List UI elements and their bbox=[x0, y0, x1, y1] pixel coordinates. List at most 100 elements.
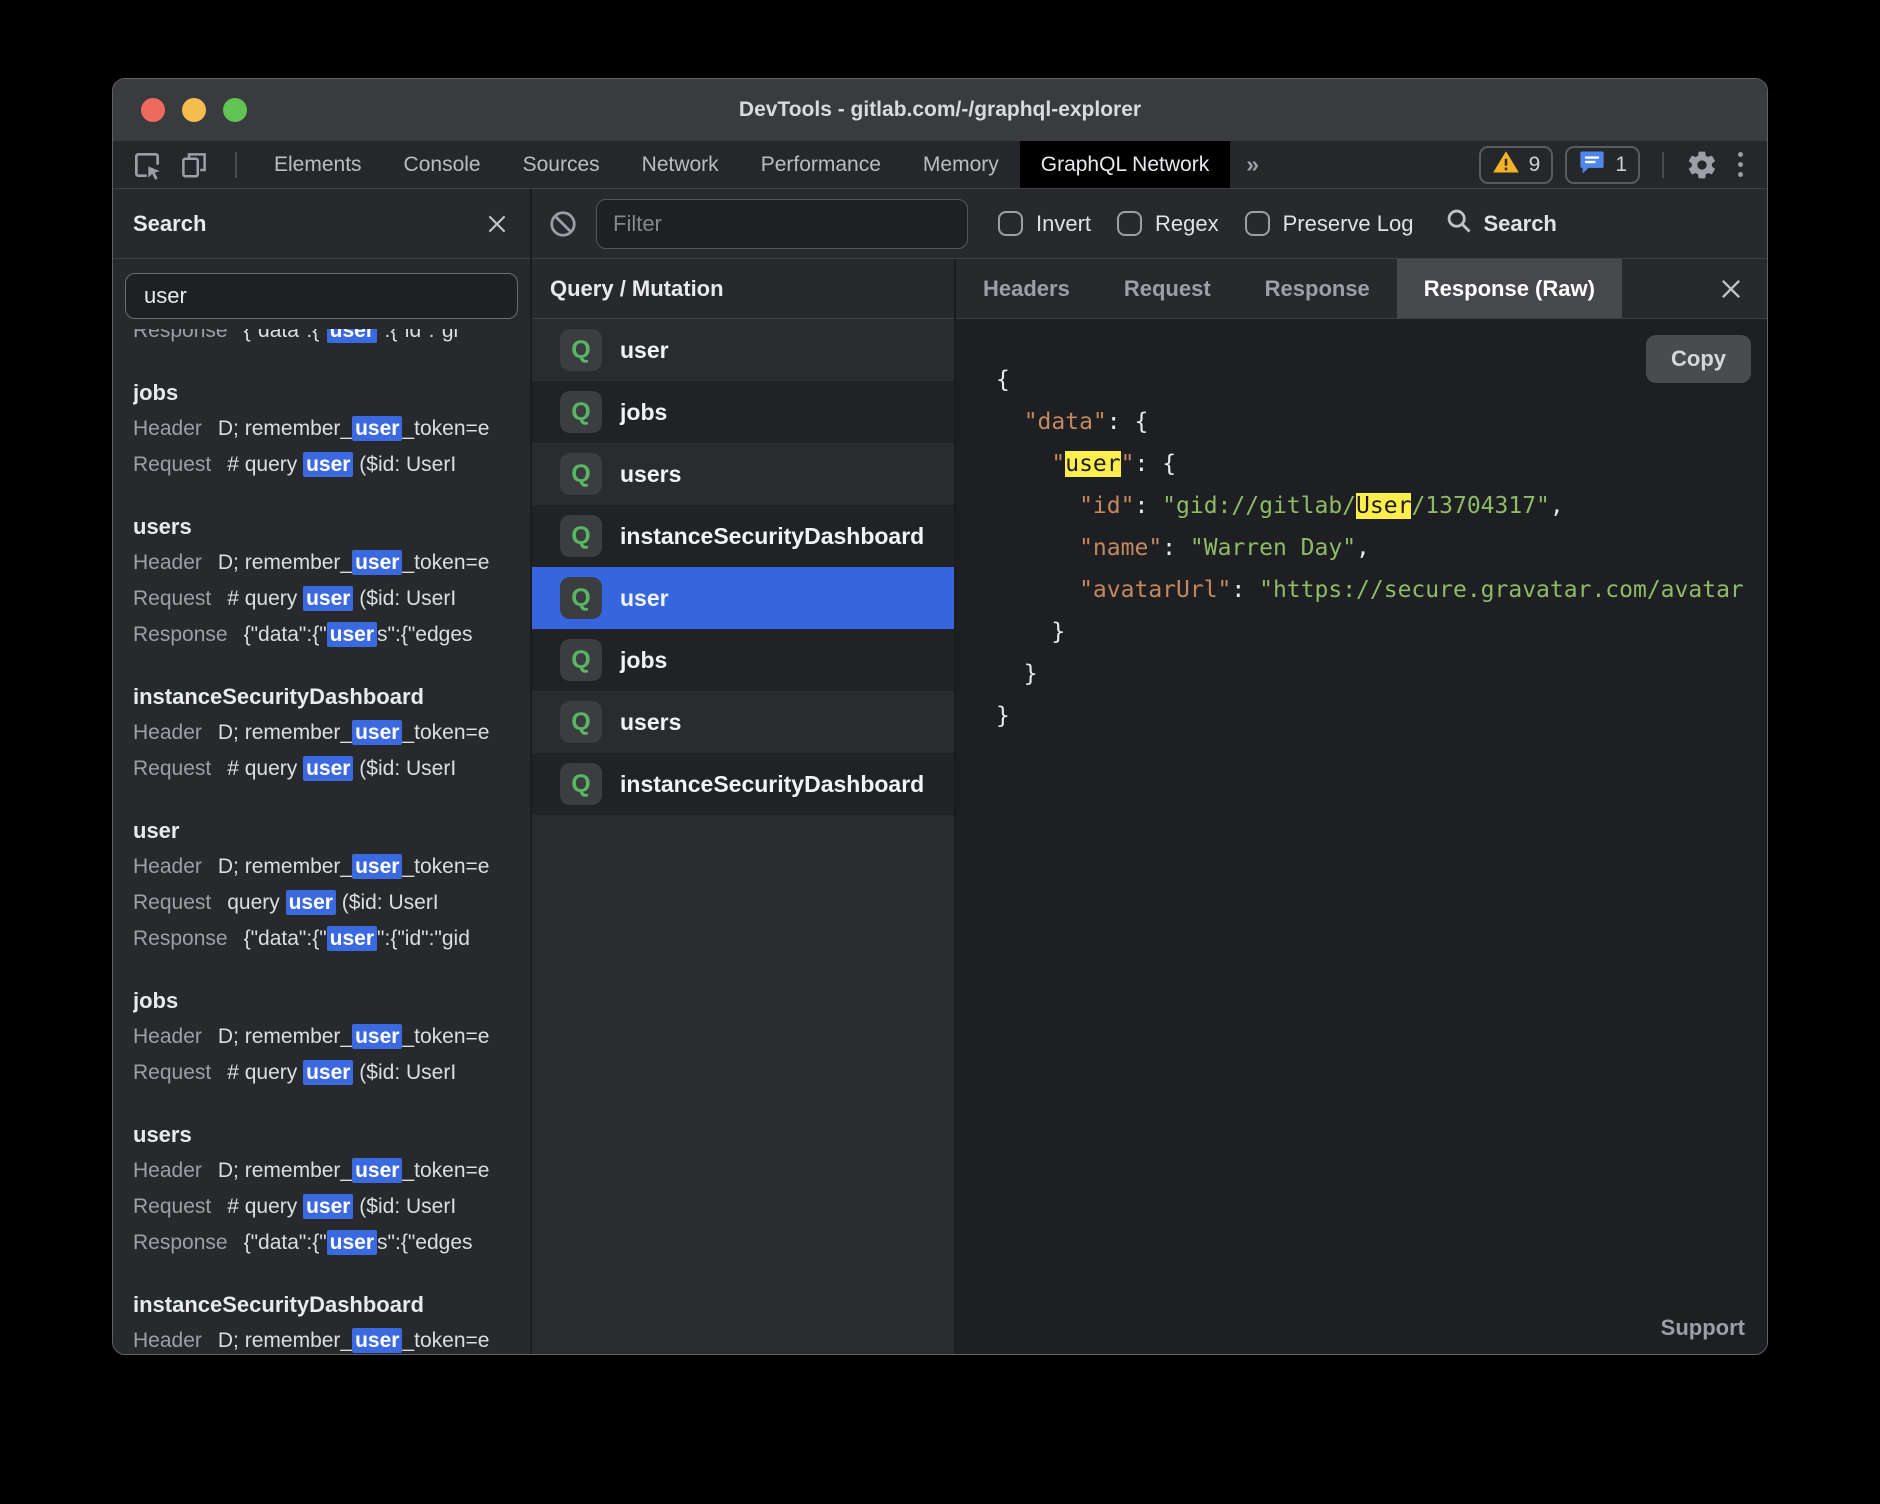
inspect-element-icon[interactable] bbox=[131, 149, 163, 181]
title-bar: DevTools - gitlab.com/-/graphql-explorer bbox=[113, 79, 1767, 141]
gear-icon[interactable] bbox=[1686, 149, 1718, 181]
search-result-row-label: Request bbox=[133, 757, 211, 780]
tab-network[interactable]: Network bbox=[621, 141, 740, 188]
search-result-row-content: D; remember_user_token=e bbox=[218, 1024, 490, 1049]
search-result-row[interactable]: Request# query user ($id: UserI bbox=[133, 751, 518, 787]
search-result-row[interactable]: HeaderD; remember_user_token=e bbox=[133, 1323, 518, 1355]
minimize-window-button[interactable] bbox=[182, 98, 206, 122]
tab-memory[interactable]: Memory bbox=[902, 141, 1020, 188]
match-highlight: user bbox=[303, 756, 353, 781]
checkbox-label: Regex bbox=[1155, 211, 1219, 237]
search-result-row[interactable]: Response{"data":{"user":{"id":"gi bbox=[133, 329, 518, 349]
tab-performance[interactable]: Performance bbox=[740, 141, 902, 188]
detail-tab-request[interactable]: Request bbox=[1097, 259, 1238, 318]
search-result-row[interactable]: Response{"data":{"user":{"id":"gid bbox=[133, 921, 518, 957]
detail-tab-headers[interactable]: Headers bbox=[956, 259, 1097, 318]
warnings-badge[interactable]: 9 bbox=[1479, 146, 1554, 184]
search-result-row[interactable]: Request# query user ($id: UserI bbox=[133, 1055, 518, 1091]
network-lower: Query / Mutation Q user Q jobs Q users Q… bbox=[532, 259, 1767, 1355]
json-token: } bbox=[1024, 661, 1038, 687]
query-list-item-users[interactable]: Q users bbox=[532, 443, 954, 505]
detail-tab-strip: HeadersRequestResponseResponse (Raw) bbox=[956, 259, 1767, 319]
checkbox[interactable] bbox=[998, 211, 1023, 236]
search-result-row-content: D; remember_user_token=e bbox=[218, 550, 490, 575]
support-link[interactable]: Support bbox=[1661, 1315, 1745, 1341]
tab-console[interactable]: Console bbox=[383, 141, 502, 188]
search-result-row[interactable]: Response{"data":{"users":{"edges bbox=[133, 1225, 518, 1261]
tab-elements[interactable]: Elements bbox=[253, 141, 383, 188]
filter-bar: Invert Regex Preserve Log Search bbox=[532, 189, 1767, 259]
checkbox[interactable] bbox=[1245, 211, 1270, 236]
detail-tab-response-raw[interactable]: Response (Raw) bbox=[1397, 259, 1622, 318]
match-highlight: user bbox=[352, 550, 402, 575]
search-result-group: instanceSecurityDashboard HeaderD; remem… bbox=[133, 1287, 518, 1355]
message-icon bbox=[1578, 148, 1606, 181]
json-line: } bbox=[996, 695, 1767, 737]
detail-panel-close-icon[interactable] bbox=[1695, 259, 1767, 318]
search-result-row[interactable]: Request# query user ($id: UserI bbox=[133, 447, 518, 483]
filter-checkbox-preserve-log[interactable]: Preserve Log bbox=[1245, 211, 1414, 237]
network-panel: Invert Regex Preserve Log Search Query bbox=[532, 189, 1767, 1355]
search-result-row[interactable]: HeaderD; remember_user_token=e bbox=[133, 849, 518, 885]
query-list-item-label: users bbox=[620, 461, 681, 488]
query-type-badge: Q bbox=[560, 453, 602, 495]
query-list-item-instancesecuritydashboard[interactable]: Q instanceSecurityDashboard bbox=[532, 753, 954, 815]
search-result-group-title[interactable]: jobs bbox=[133, 983, 518, 1019]
kebab-menu-icon[interactable] bbox=[1730, 152, 1751, 177]
search-result-row[interactable]: Request# query user ($id: UserI bbox=[133, 581, 518, 617]
search-result-group-title[interactable]: user bbox=[133, 813, 518, 849]
more-tabs-button[interactable]: » bbox=[1230, 141, 1275, 188]
json-token: { bbox=[1134, 409, 1148, 435]
query-list-item-jobs[interactable]: Q jobs bbox=[532, 629, 954, 691]
filter-input[interactable] bbox=[596, 199, 968, 249]
query-list-item-label: jobs bbox=[620, 647, 667, 674]
search-result-row[interactable]: HeaderD; remember_user_token=e bbox=[133, 1153, 518, 1189]
search-result-group-title[interactable]: users bbox=[133, 509, 518, 545]
query-type-badge: Q bbox=[560, 391, 602, 433]
tab-graphql-network[interactable]: GraphQL Network bbox=[1020, 141, 1230, 188]
search-result-row[interactable]: Request# query user ($id: UserI bbox=[133, 1189, 518, 1225]
checkbox[interactable] bbox=[1117, 211, 1142, 236]
search-panel-close-icon[interactable] bbox=[484, 211, 510, 237]
search-result-group-title[interactable]: jobs bbox=[133, 375, 518, 411]
json-token: : bbox=[1231, 577, 1259, 603]
block-icon[interactable] bbox=[548, 209, 578, 239]
close-window-button[interactable] bbox=[141, 98, 165, 122]
search-panel-title: Search bbox=[133, 211, 206, 237]
query-list-item-user[interactable]: Q user bbox=[532, 319, 954, 381]
search-result-group-title[interactable]: users bbox=[133, 1117, 518, 1153]
search-input[interactable] bbox=[125, 273, 518, 319]
query-list-item-jobs[interactable]: Q jobs bbox=[532, 381, 954, 443]
search-result-group: user HeaderD; remember_user_token=e Requ… bbox=[133, 813, 518, 957]
search-results: Response{"data":{"user":{"id":"gi jobs H… bbox=[125, 329, 518, 1355]
query-list-item-user[interactable]: Q user bbox=[532, 567, 954, 629]
search-result-row[interactable]: Response{"data":{"users":{"edges bbox=[133, 617, 518, 653]
zoom-window-button[interactable] bbox=[223, 98, 247, 122]
search-result-group-title[interactable]: instanceSecurityDashboard bbox=[133, 1287, 518, 1323]
json-token: "avatarUrl" bbox=[1079, 577, 1231, 603]
filter-checkbox-regex[interactable]: Regex bbox=[1117, 211, 1219, 237]
search-result-row-content: {"data":{"users":{"edges bbox=[244, 1230, 473, 1255]
search-result-group-title[interactable]: instanceSecurityDashboard bbox=[133, 679, 518, 715]
tab-sources[interactable]: Sources bbox=[502, 141, 621, 188]
filter-checkbox-invert[interactable]: Invert bbox=[998, 211, 1091, 237]
search-result-row[interactable]: Requestquery user ($id: UserI bbox=[133, 885, 518, 921]
match-highlight: user bbox=[303, 1194, 353, 1219]
detail-tab-response[interactable]: Response bbox=[1238, 259, 1397, 318]
search-result-row[interactable]: HeaderD; remember_user_token=e bbox=[133, 1019, 518, 1055]
device-toolbar-icon[interactable] bbox=[179, 150, 209, 180]
search-result-row[interactable]: HeaderD; remember_user_token=e bbox=[133, 545, 518, 581]
json-token: "gid://gitlab/ bbox=[1162, 493, 1356, 519]
window-title: DevTools - gitlab.com/-/graphql-explorer bbox=[739, 98, 1141, 122]
filter-checkboxes: Invert Regex Preserve Log bbox=[998, 211, 1413, 237]
query-list-item-users[interactable]: Q users bbox=[532, 691, 954, 753]
search-result-row[interactable]: HeaderD; remember_user_token=e bbox=[133, 715, 518, 751]
json-line: "name": "Warren Day", bbox=[996, 527, 1767, 569]
search-toggle[interactable]: Search bbox=[1445, 207, 1556, 240]
issues-badge[interactable]: 1 bbox=[1565, 146, 1640, 184]
copy-button[interactable]: Copy bbox=[1646, 335, 1751, 383]
search-result-row-label: Request bbox=[133, 1195, 211, 1218]
search-result-row[interactable]: HeaderD; remember_user_token=e bbox=[133, 411, 518, 447]
match-highlight: user bbox=[327, 1230, 377, 1255]
query-list-item-instancesecuritydashboard[interactable]: Q instanceSecurityDashboard bbox=[532, 505, 954, 567]
